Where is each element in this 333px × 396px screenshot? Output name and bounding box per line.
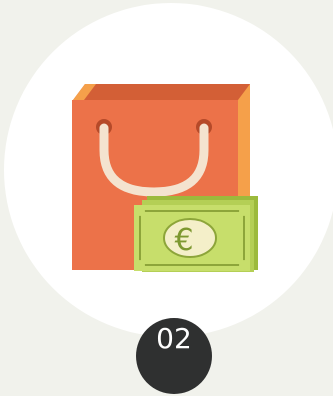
step-number-badge: 02	[136, 318, 212, 394]
step-card: € 02	[0, 0, 333, 394]
banknote-icon: €	[134, 196, 258, 272]
step-number: 02	[156, 322, 192, 355]
currency-symbol: €	[174, 223, 193, 258]
